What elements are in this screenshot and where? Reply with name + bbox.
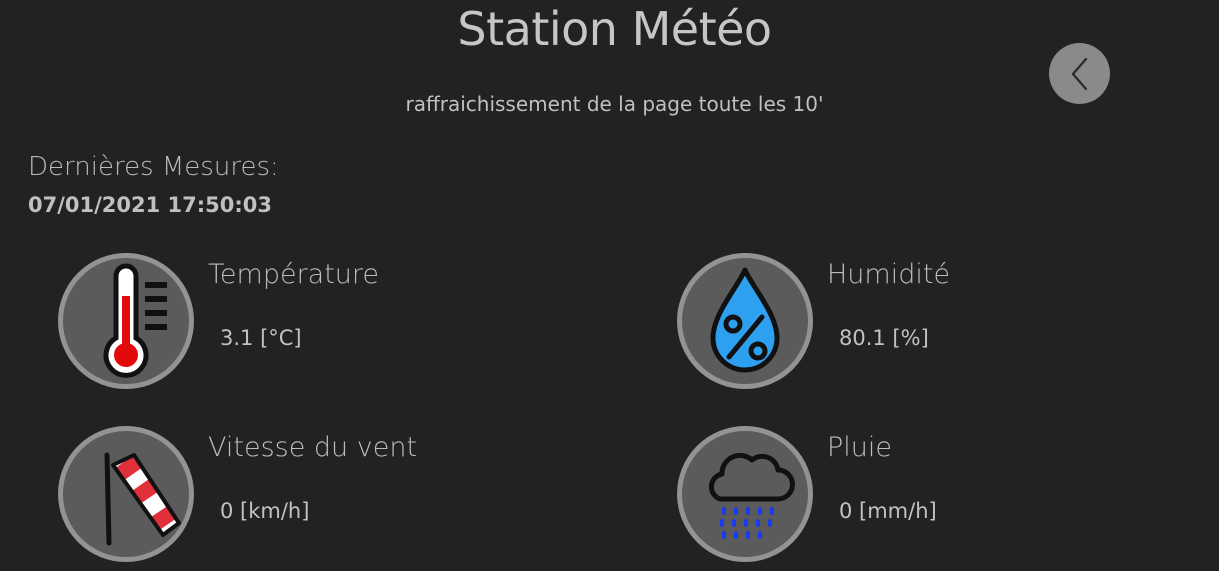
- wind-speed-label: Vitesse du vent: [208, 432, 418, 463]
- humidity-label: Humidité: [827, 259, 951, 290]
- chevron-left-icon: [1071, 57, 1087, 90]
- last-measures-label: Dernières Mesures:: [28, 152, 279, 182]
- rain-label: Pluie: [827, 432, 893, 463]
- temperature-icon-badge: [58, 253, 194, 389]
- windsock-icon: [104, 452, 181, 546]
- back-button[interactable]: [1049, 43, 1110, 104]
- temperature-label: Température: [208, 259, 380, 290]
- temperature-value: 3.1 [°C]: [220, 326, 302, 350]
- rain-value: 0 [mm/h]: [839, 499, 937, 523]
- wind-speed-value: 0 [km/h]: [220, 499, 310, 523]
- wind-icon-badge: [58, 426, 194, 562]
- rain-metric: Pluie 0 [mm/h]: [677, 426, 1177, 566]
- temperature-metric: Température 3.1 [°C]: [58, 253, 558, 393]
- rain-cloud-icon: [708, 452, 795, 539]
- wind-metric: Vitesse du vent 0 [km/h]: [58, 426, 558, 566]
- refresh-notice: raffraichissement de la page toute les 1…: [405, 92, 824, 116]
- thermometer-icon: [103, 263, 167, 378]
- humidity-value: 80.1 [%]: [839, 326, 929, 350]
- page-title: Station Météo: [457, 2, 772, 56]
- humidity-drop-icon: [710, 267, 780, 373]
- weather-station-page: Station Météo raffraichissement de la pa…: [0, 0, 1219, 571]
- measure-timestamp: 07/01/2021 17:50:03: [28, 193, 273, 217]
- humidity-icon-badge: [677, 253, 813, 389]
- rain-icon-badge: [677, 426, 813, 562]
- humidity-metric: Humidité 80.1 [%]: [677, 253, 1177, 393]
